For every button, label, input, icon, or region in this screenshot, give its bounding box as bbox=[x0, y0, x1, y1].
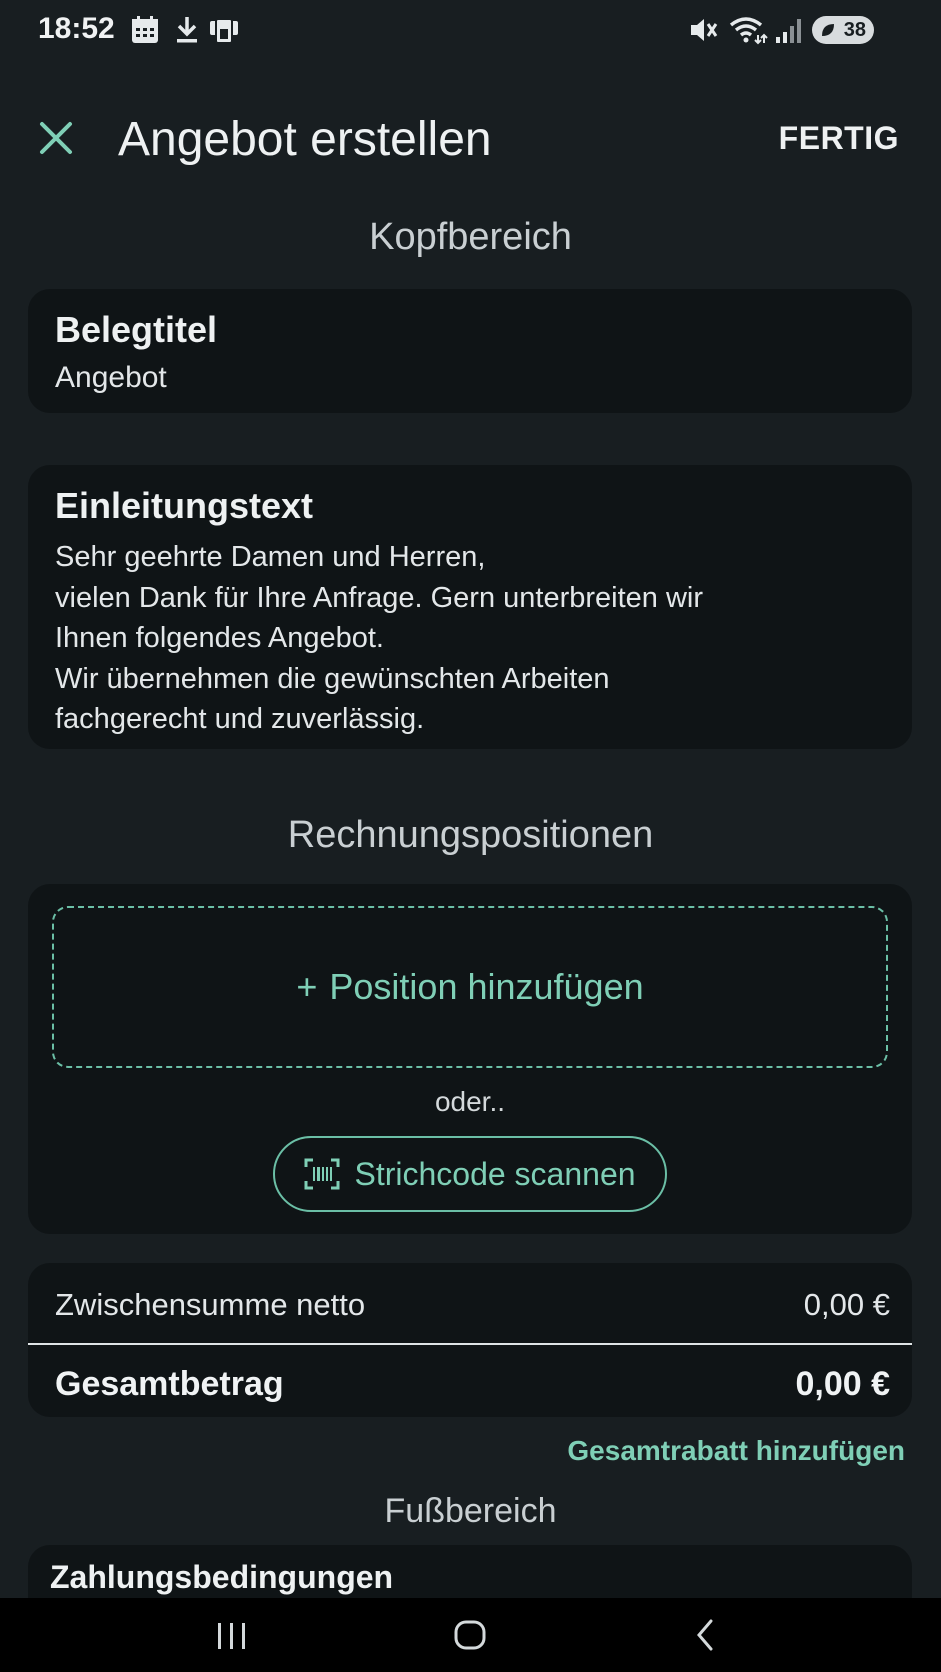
done-button[interactable]: FERTIG bbox=[779, 120, 899, 157]
screen: 18:52 38 Angebot erstellen FERTIG Kopfbe… bbox=[0, 0, 941, 1672]
wifi-icon bbox=[729, 17, 768, 45]
intro-line: Wir übernehmen die gewünschten Arbeiten bbox=[55, 662, 610, 695]
home-button[interactable] bbox=[410, 1598, 530, 1672]
page-title: Angebot erstellen bbox=[118, 113, 492, 166]
add-position-button[interactable]: + Position hinzufügen bbox=[52, 906, 888, 1068]
positions-card: + Position hinzufügen oder.. Strichcode … bbox=[28, 884, 912, 1234]
battery-indicator: 38 bbox=[812, 16, 874, 44]
intro-line: fachgerecht und zuverlässig. bbox=[55, 703, 425, 735]
add-position-label: Position hinzufügen bbox=[329, 966, 644, 1007]
status-bar: 18:52 38 bbox=[0, 0, 941, 62]
grand-total-row: Gesamtbetrag 0,00 € bbox=[55, 1365, 890, 1404]
positions-section-heading: Rechnungspositionen bbox=[287, 814, 654, 856]
intro-text-value: Sehr geehrte Damen und Herren, vielen Da… bbox=[55, 537, 703, 740]
payment-terms-card[interactable]: Zahlungsbedingungen bbox=[28, 1545, 912, 1605]
signal-icon bbox=[776, 19, 801, 43]
intro-line: Sehr geehrte Damen und Herren, bbox=[55, 541, 486, 573]
battery-level: 38 bbox=[843, 19, 866, 41]
document-title-card[interactable]: Belegtitel Angebot bbox=[28, 289, 912, 413]
back-button[interactable] bbox=[646, 1598, 766, 1672]
top-app-bar: Angebot erstellen FERTIG bbox=[0, 100, 941, 180]
grand-total-value: 0,00 € bbox=[795, 1365, 890, 1403]
close-button[interactable] bbox=[34, 116, 78, 160]
recent-apps-button[interactable] bbox=[172, 1598, 292, 1672]
intro-line: Ihnen folgendes Angebot. bbox=[55, 622, 384, 654]
grand-total-label: Gesamtbetrag bbox=[55, 1365, 284, 1403]
mute-icon bbox=[691, 19, 718, 41]
intro-text-card[interactable]: Einleitungstext Sehr geehrte Damen und H… bbox=[28, 465, 912, 749]
system-navigation-bar bbox=[0, 1598, 941, 1672]
subtotal-value: 0,00 € bbox=[803, 1287, 890, 1322]
plus-icon: + bbox=[296, 966, 318, 1007]
add-total-discount-link[interactable]: Gesamtrabatt hinzufügen bbox=[567, 1435, 905, 1467]
home-icon bbox=[454, 1620, 486, 1650]
scan-barcode-button[interactable]: Strichcode scannen bbox=[273, 1136, 667, 1212]
power-saving-leaf-icon bbox=[822, 24, 834, 36]
scan-barcode-label: Strichcode scannen bbox=[354, 1155, 636, 1192]
status-time: 18:52 bbox=[38, 12, 115, 45]
totals-card: Zwischensumme netto 0,00 € Gesamtbetrag … bbox=[28, 1263, 912, 1417]
barcode-scan-icon bbox=[304, 1158, 340, 1190]
intro-text-label: Einleitungstext bbox=[55, 485, 314, 526]
close-icon bbox=[40, 122, 72, 154]
download-icon bbox=[177, 17, 197, 43]
back-icon bbox=[697, 1619, 713, 1651]
calendar-icon bbox=[132, 16, 158, 43]
nfc-card-icon bbox=[210, 18, 238, 44]
recent-apps-icon bbox=[218, 1623, 245, 1649]
subtotal-label: Zwischensumme netto bbox=[55, 1287, 366, 1322]
intro-line: vielen Dank für Ihre Anfrage. Gern unter… bbox=[55, 581, 703, 614]
document-title-value: Angebot bbox=[55, 361, 167, 394]
payment-terms-label: Zahlungsbedingungen bbox=[50, 1559, 394, 1595]
document-title-label: Belegtitel bbox=[55, 309, 218, 350]
subtotal-row: Zwischensumme netto 0,00 € bbox=[55, 1287, 890, 1323]
footer-section-heading: Fußbereich bbox=[384, 1492, 557, 1530]
or-separator-text: oder.. bbox=[434, 1086, 506, 1117]
totals-divider bbox=[28, 1343, 912, 1345]
header-section-heading: Kopfbereich bbox=[369, 216, 572, 258]
